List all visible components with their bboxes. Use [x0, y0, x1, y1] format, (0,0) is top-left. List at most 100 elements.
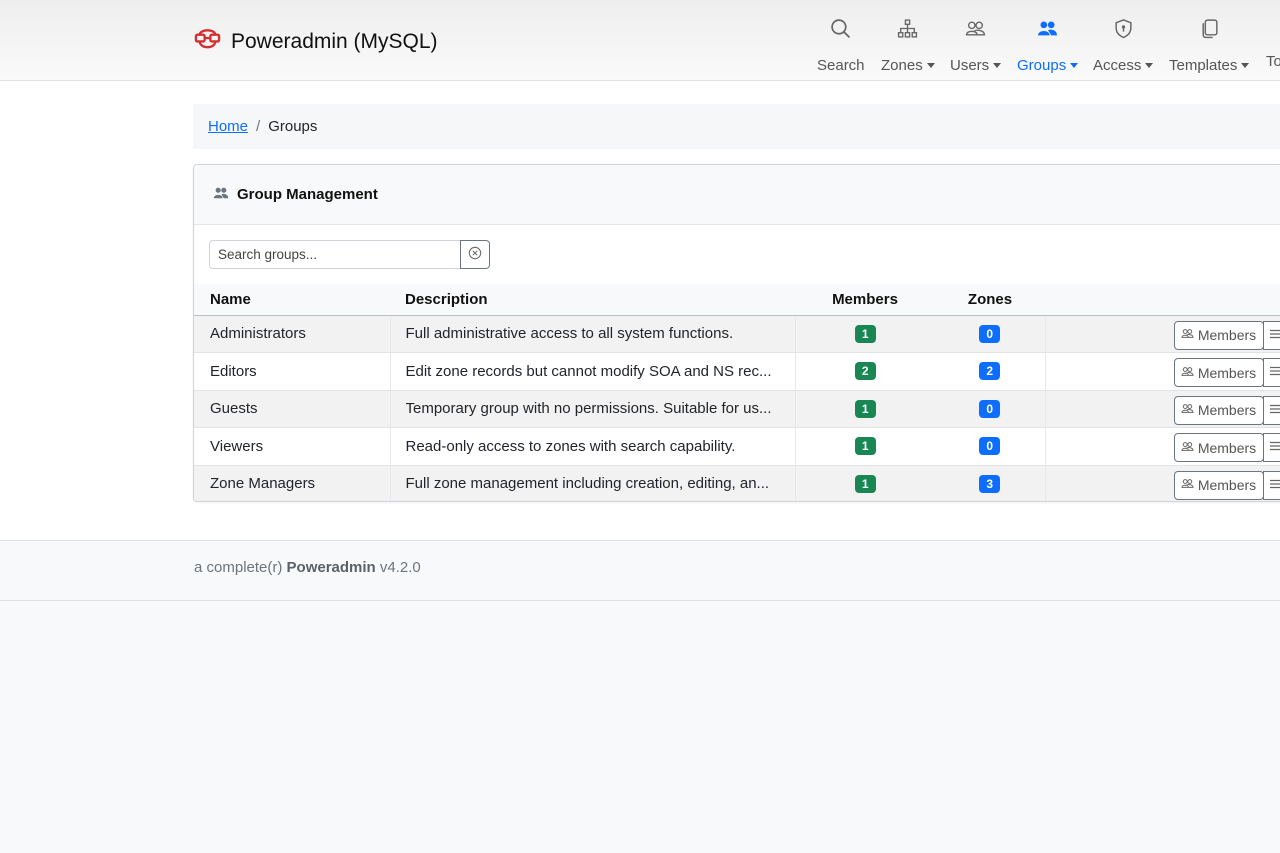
chevron-down-icon: [926, 63, 935, 68]
nav-zones-label: Zones: [881, 57, 923, 74]
members-count-badge: 1: [854, 324, 876, 343]
members-count-badge: 1: [854, 437, 876, 456]
group-description: Full administrative access to all system…: [405, 325, 734, 343]
members-button-label: Members: [1197, 439, 1257, 456]
list-icon: [1269, 403, 1280, 418]
card-header: Group Management: [194, 165, 1280, 225]
search-group: [209, 240, 490, 269]
footer-version: v4.2.0: [379, 559, 421, 576]
table-row: Viewers Read-only access to zones with s…: [194, 427, 1280, 466]
list-actions-button[interactable]: [1262, 433, 1280, 462]
col-header-zones[interactable]: Zones: [935, 284, 1045, 316]
group-description: Read-only access to zones with search ca…: [405, 437, 736, 455]
col-header-description[interactable]: Description: [390, 284, 795, 316]
zones-count-badge: 0: [979, 399, 1001, 418]
users-icon: [1181, 440, 1194, 456]
copy-icon: [1199, 14, 1220, 43]
group-name: Administrators: [194, 315, 391, 353]
chevron-down-icon: [993, 63, 1002, 68]
group-description: Full zone management including creation,…: [405, 475, 770, 493]
clear-search-button[interactable]: [460, 240, 490, 269]
breadcrumb-current: Groups: [268, 118, 318, 135]
chevron-down-icon: [1241, 63, 1250, 68]
zones-count-badge: 3: [979, 474, 1001, 493]
nav-tools-label: To: [1266, 53, 1280, 70]
breadcrumb-separator: /: [256, 118, 261, 135]
members-button[interactable]: Members: [1173, 395, 1264, 425]
footer: a complete(r) Poweradmin v4.2.0: [0, 540, 1280, 601]
zones-count-badge: 0: [979, 324, 1001, 343]
table-header-row: Name Description Members Zones: [194, 284, 1280, 316]
group-management-card: Group Management Name Description Member…: [193, 164, 1280, 502]
list-actions-button[interactable]: [1262, 470, 1280, 500]
groups-icon: [213, 185, 229, 205]
members-button[interactable]: Members: [1173, 433, 1264, 462]
list-actions-button[interactable]: [1262, 358, 1280, 387]
members-count-badge: 2: [854, 362, 876, 381]
list-icon: [1269, 440, 1280, 455]
search-icon: [830, 14, 851, 43]
nav-groups[interactable]: Groups: [1017, 14, 1079, 74]
nav-access[interactable]: Access: [1093, 14, 1154, 74]
users-icon: [1181, 365, 1194, 381]
members-count-badge: 1: [854, 474, 876, 493]
col-header-members[interactable]: Members: [795, 284, 935, 316]
users-icon: [1181, 477, 1194, 493]
members-count-badge: 1: [854, 399, 876, 418]
members-button-label: Members: [1197, 477, 1257, 493]
chevron-down-icon: [1145, 63, 1154, 68]
members-button[interactable]: Members: [1173, 470, 1264, 500]
zones-count-badge: 0: [979, 437, 1001, 456]
group-name: Zone Managers: [194, 465, 391, 501]
table-row: Guests Temporary group with no permissio…: [194, 390, 1280, 428]
main-nav: Search Zones Users Groups Access Templat…: [0, 14, 1280, 74]
groups-table: Name Description Members Zones Administr…: [194, 284, 1280, 501]
col-header-name[interactable]: Name: [194, 284, 390, 316]
nav-users-label: Users: [950, 57, 990, 74]
card-title: Group Management: [237, 186, 378, 203]
main-content: Home / Groups Group Management Name Desc…: [0, 81, 1280, 540]
users-icon: [1181, 327, 1194, 343]
search-groups-input[interactable]: [209, 240, 461, 269]
clear-circle-x-icon: [468, 246, 482, 263]
nav-zones[interactable]: Zones: [881, 14, 935, 74]
chevron-down-icon: [1070, 63, 1079, 68]
nav-users[interactable]: Users: [950, 14, 1002, 74]
members-button-label: Members: [1197, 327, 1257, 343]
nav-search-label: Search: [817, 57, 865, 74]
list-icon: [1269, 365, 1280, 380]
group-description: Temporary group with no permissions. Sui…: [405, 400, 772, 418]
table-row: Editors Edit zone records but cannot mod…: [194, 352, 1280, 391]
footer-product: Poweradmin: [286, 559, 376, 576]
group-name: Guests: [194, 390, 391, 428]
table-row: Zone Managers Full zone management inclu…: [194, 465, 1280, 501]
zones-count-badge: 2: [979, 362, 1001, 381]
footer-prefix: a complete(r): [194, 559, 283, 576]
nav-tools[interactable]: To: [1266, 14, 1280, 74]
list-actions-button[interactable]: [1262, 395, 1280, 425]
list-icon: [1269, 478, 1280, 493]
members-button[interactable]: Members: [1173, 320, 1264, 350]
table-row: Administrators Full administrative acces…: [194, 315, 1280, 353]
members-button[interactable]: Members: [1173, 358, 1264, 387]
top-navbar: Poweradmin (MySQL) Search Zones Users Gr…: [0, 0, 1280, 81]
users-icon: [1181, 402, 1194, 418]
groups-icon: [1037, 14, 1058, 43]
users-icon: [965, 14, 986, 43]
members-button-label: Members: [1197, 402, 1257, 418]
group-name: Editors: [194, 352, 391, 391]
nav-templates-label: Templates: [1169, 57, 1238, 74]
group-name: Viewers: [194, 427, 391, 466]
breadcrumb: Home / Groups: [193, 104, 1280, 149]
nav-groups-label: Groups: [1017, 57, 1067, 74]
list-icon: [1269, 328, 1280, 343]
footer-text: a complete(r) Poweradmin v4.2.0: [194, 559, 421, 576]
list-actions-button[interactable]: [1262, 320, 1280, 350]
nav-search[interactable]: Search: [817, 14, 865, 74]
sitemap-icon: [897, 14, 918, 43]
nav-access-label: Access: [1093, 57, 1142, 74]
breadcrumb-home-link[interactable]: Home: [208, 118, 248, 135]
group-description: Edit zone records but cannot modify SOA …: [405, 362, 772, 380]
col-header-actions: [1045, 284, 1280, 316]
nav-templates[interactable]: Templates: [1169, 14, 1250, 74]
